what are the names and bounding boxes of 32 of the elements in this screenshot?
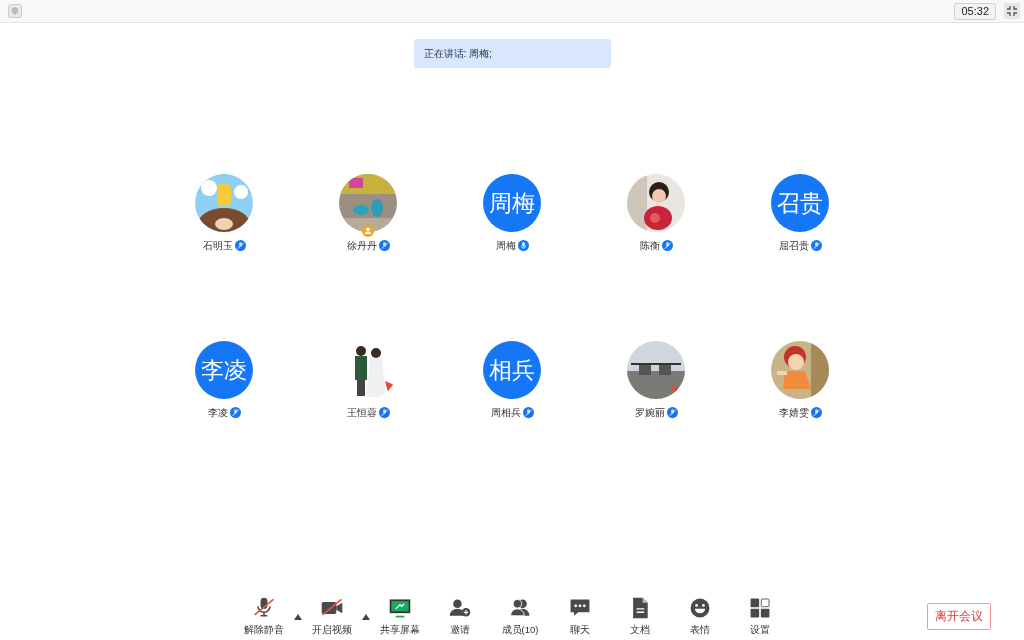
participant-name: 徐丹丹 — [346, 239, 377, 253]
microphone-button[interactable]: 解除静音 — [234, 596, 294, 638]
participant-name: 陈衡 — [639, 239, 660, 253]
people-button[interactable]: 成员(10) — [490, 596, 550, 638]
document-button[interactable]: 文档 — [610, 596, 670, 638]
timer: 05:32 — [954, 2, 996, 20]
grid-icon — [748, 596, 772, 620]
avatar: 相兵 — [483, 341, 541, 399]
participant-name: 周相兵 — [490, 406, 521, 420]
participant-name: 石明玉 — [202, 239, 233, 253]
participant-name: 李婧雯 — [778, 406, 809, 420]
participant-name: 罗婉丽 — [634, 406, 665, 420]
video-camera-button[interactable]: 开启视频 — [302, 596, 362, 638]
leave-meeting-button[interactable]: 离开会议 — [927, 603, 991, 631]
exit-fullscreen-icon[interactable] — [1004, 3, 1020, 19]
smiley-icon — [688, 596, 712, 620]
avatar: 周梅 — [483, 174, 541, 232]
chat-button[interactable]: 聊天 — [550, 596, 610, 638]
grid-button[interactable]: 设置 — [730, 596, 790, 638]
smiley-button[interactable]: 表情 — [670, 596, 730, 638]
participant-name: 屈召贵 — [778, 239, 809, 253]
speaker-banner: 正在讲话: 周梅; — [413, 39, 611, 68]
monitor-button[interactable]: 共享屏幕 — [370, 596, 430, 638]
participant-name: 周梅 — [495, 239, 516, 253]
avatar: 李凌 — [195, 341, 253, 399]
participant-name: 李凌 — [207, 406, 228, 420]
participant-name: 王恒蓉 — [346, 406, 377, 420]
avatar: 召贵 — [771, 174, 829, 232]
monitor-icon — [388, 596, 412, 620]
add-person-button[interactable]: 邀请 — [430, 596, 490, 638]
caret-icon[interactable] — [294, 613, 302, 620]
caret-icon[interactable] — [362, 613, 370, 620]
